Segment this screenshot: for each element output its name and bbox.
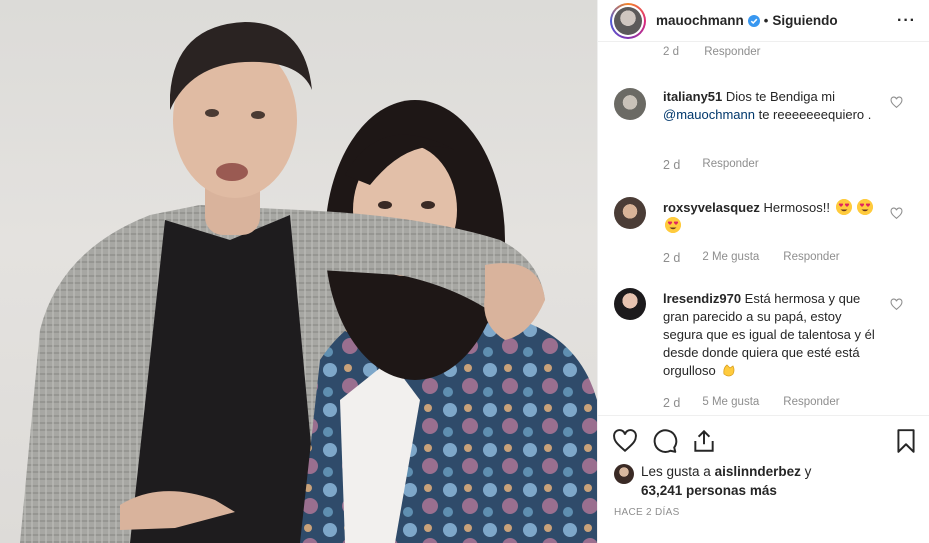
following-button[interactable]: Siguiendo — [772, 13, 837, 28]
bookmark-icon[interactable] — [893, 428, 919, 454]
comment-age: 2 d — [663, 251, 681, 265]
comment-text: roxsyvelasquez Hermosos!! — [663, 199, 879, 235]
post-timestamp[interactable]: HACE 2 DÍAS — [614, 507, 680, 518]
clapping-hands-emoji-icon — [723, 364, 735, 377]
comment-like-count[interactable]: 5 Me gusta — [702, 396, 759, 410]
heart-eyes-emoji-icon — [835, 199, 852, 215]
comment-like-count[interactable]: 2 Me gusta — [702, 251, 759, 265]
commenter-username[interactable]: italiany51 — [663, 89, 722, 104]
comment-age: 2 d — [663, 396, 681, 410]
comment-text: lresendiz970 Está hermosa y que gran par… — [663, 291, 875, 378]
more-options-icon[interactable]: ··· — [897, 12, 916, 30]
commenter-username[interactable]: lresendiz970 — [663, 291, 741, 306]
post-actions: Les gusta a aislinnderbez y 63,241 perso… — [598, 415, 929, 543]
comment-icon[interactable] — [652, 428, 678, 454]
comment-text: italiany51 Dios te Bendiga mi @mauochman… — [663, 89, 872, 122]
commenter-avatar[interactable] — [614, 288, 646, 320]
comment-age: 2 d — [663, 46, 679, 58]
likes-summary: Les gusta a aislinnderbez y 63,241 perso… — [641, 464, 812, 498]
post-header: mauochmann • Siguiendo ··· — [598, 0, 929, 42]
comment-meta: 2 d Responder — [663, 158, 783, 172]
share-icon[interactable] — [691, 428, 717, 454]
reply-button[interactable]: Responder — [702, 158, 758, 172]
like-comment-heart-icon[interactable] — [890, 207, 903, 220]
liker-username[interactable]: aislinnderbez — [715, 464, 801, 479]
commenter-avatar[interactable] — [614, 88, 646, 120]
photo-illustration — [20, 22, 597, 543]
comment-meta: 2 d 5 Me gusta Responder — [663, 396, 864, 410]
author-avatar[interactable] — [610, 2, 646, 39]
author-username[interactable]: mauochmann — [656, 13, 744, 28]
reply-button[interactable]: Responder — [704, 46, 760, 58]
like-comment-heart-icon[interactable] — [890, 96, 903, 109]
reply-button[interactable]: Responder — [783, 251, 839, 265]
heart-eyes-emoji-icon — [857, 199, 874, 215]
verified-badge-icon — [747, 14, 760, 27]
commenter-username[interactable]: roxsyvelasquez — [663, 200, 760, 215]
like-heart-icon[interactable] — [612, 428, 638, 454]
post-side-panel: mauochmann • Siguiendo ··· 2 d Responder… — [597, 0, 929, 543]
likes-count-link[interactable]: 63,241 personas más — [641, 483, 777, 498]
post-photo[interactable] — [0, 0, 597, 543]
previous-comment-meta: 2 d Responder — [663, 46, 782, 58]
mention-link[interactable]: @mauochmann — [663, 107, 755, 122]
comment-age: 2 d — [663, 158, 681, 172]
liker-avatar[interactable] — [614, 464, 634, 484]
commenter-avatar[interactable] — [614, 197, 646, 229]
comment-meta: 2 d 2 Me gusta Responder — [663, 251, 864, 265]
header-separator: • — [763, 13, 769, 28]
like-comment-heart-icon[interactable] — [890, 298, 903, 311]
reply-button[interactable]: Responder — [783, 396, 839, 410]
comments-list[interactable]: 2 d Responder italiany51 Dios te Bendiga… — [598, 42, 929, 415]
heart-eyes-emoji-icon — [665, 217, 681, 233]
